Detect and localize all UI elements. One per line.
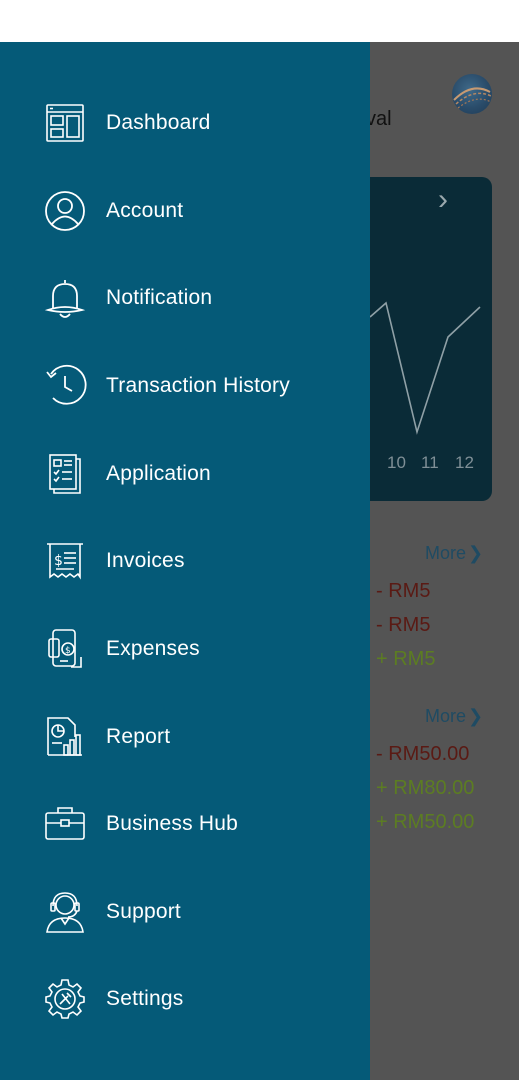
menu-item-transaction-history[interactable]: Transaction History [0, 351, 370, 421]
menu-item-label: Application [106, 462, 211, 485]
user-icon [42, 188, 88, 234]
menu-item-label: Dashboard [106, 111, 211, 134]
more-link-label: More [425, 706, 467, 726]
chart-tick-label: 12 [455, 453, 474, 472]
amount-item: - RM5 [376, 614, 431, 636]
menu-item-label: Support [106, 900, 181, 923]
amount-item: - RM50.00 [376, 743, 470, 765]
application-form-icon [42, 451, 88, 497]
menu-item-dashboard[interactable]: Dashboard [0, 88, 370, 158]
amount-item: - RM5 [376, 580, 431, 602]
menu-item-report[interactable]: Report [0, 702, 370, 772]
menu-item-support[interactable]: Support [0, 877, 370, 947]
menu-item-label: Settings [106, 987, 184, 1010]
menu-item-label: Notification [106, 286, 213, 309]
menu-item-settings[interactable]: Settings [0, 964, 370, 1034]
invoice-icon: $ [42, 538, 88, 584]
menu-item-label: Business Hub [106, 812, 238, 835]
more-link-label: More [425, 543, 467, 563]
menu-item-label: Report [106, 725, 171, 748]
report-icon [42, 714, 88, 760]
navigation-drawer: Dashboard Account Notification Transacti… [0, 42, 370, 1080]
menu-item-expenses[interactable]: $ Expenses [0, 614, 370, 684]
amount-item: + RM50.00 [376, 811, 475, 833]
menu-item-application[interactable]: Application [0, 439, 370, 509]
amount-item: + RM5 [376, 648, 436, 670]
avatar[interactable] [452, 74, 492, 114]
dashboard-icon [42, 100, 88, 146]
menu-item-label: Account [106, 199, 184, 222]
menu-item-business-hub[interactable]: Business Hub [0, 789, 370, 859]
svg-text:$: $ [65, 646, 71, 656]
chart-tick-label: 10 [387, 453, 406, 472]
menu-item-invoices[interactable]: $ Invoices [0, 526, 370, 596]
expenses-icon: $ [42, 626, 88, 672]
menu-item-account[interactable]: Account [0, 176, 370, 246]
gear-icon [42, 976, 88, 1022]
bell-icon [42, 275, 88, 321]
menu-item-label: Invoices [106, 549, 185, 572]
more-link[interactable]: More ❯ [425, 543, 483, 564]
amount-item: + RM80.00 [376, 777, 475, 799]
briefcase-icon [42, 801, 88, 847]
menu-item-notification[interactable]: Notification [0, 263, 370, 333]
menu-item-label: Expenses [106, 637, 200, 660]
status-bar [0, 0, 519, 42]
svg-text:$: $ [54, 553, 63, 569]
chevron-right-icon: ❯ [468, 706, 484, 726]
history-icon [42, 363, 88, 409]
menu-item-label: Transaction History [106, 374, 290, 397]
more-link[interactable]: More ❯ [425, 706, 483, 727]
chart-tick-label: 11 [421, 453, 439, 472]
chart-next-chevron-icon[interactable]: › [438, 184, 448, 216]
chevron-right-icon: ❯ [468, 543, 484, 563]
support-agent-icon [42, 889, 88, 935]
